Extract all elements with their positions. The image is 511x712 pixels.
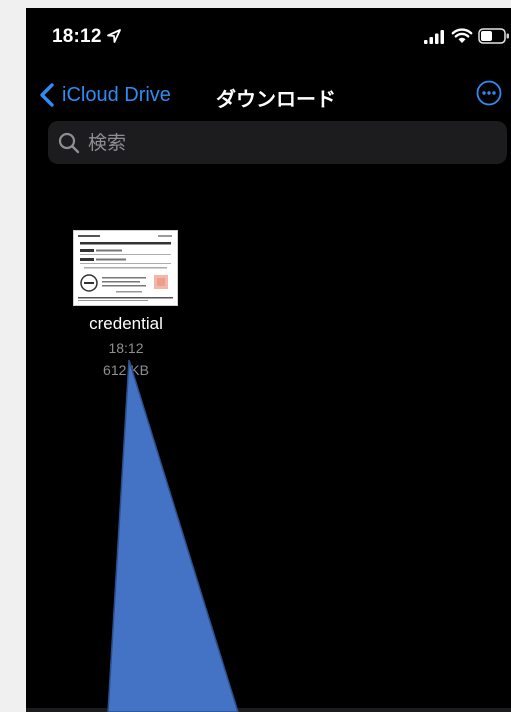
file-name: credential [89, 314, 163, 333]
wifi-icon [451, 28, 473, 43]
location-arrow-icon [107, 29, 121, 43]
phone-screen: 18:12 iCloud Drive ダウンロード 検索 credential … [26, 8, 511, 712]
back-button[interactable]: iCloud Drive [38, 80, 171, 110]
document-preview-icon [74, 231, 177, 305]
ellipsis-circle-icon[interactable] [476, 80, 502, 106]
battery-icon [478, 28, 509, 44]
search-input[interactable] [86, 130, 470, 155]
navigation-bar: iCloud Drive ダウンロード [26, 74, 511, 118]
signal-icon [424, 30, 444, 44]
file-thumbnail [73, 230, 178, 306]
chevron-left-icon [40, 83, 54, 107]
page-title: ダウンロード [216, 89, 336, 111]
file-size: 612 KB [103, 362, 149, 378]
search-icon [58, 132, 80, 153]
back-button-label: iCloud Drive [62, 83, 171, 106]
search-bar[interactable] [48, 121, 507, 164]
status-time: 18:12 [52, 26, 102, 47]
bottom-toolbar-edge [26, 708, 511, 712]
file-time: 18:12 [108, 340, 144, 356]
status-bar: 18:12 [26, 8, 511, 60]
